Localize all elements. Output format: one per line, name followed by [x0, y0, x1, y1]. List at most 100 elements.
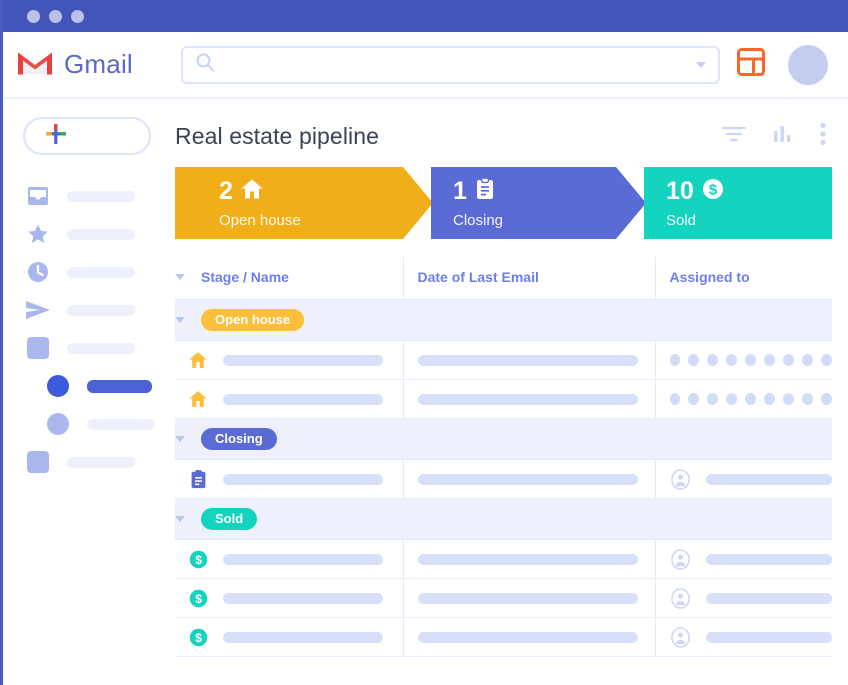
- stage-name: Sold: [666, 212, 697, 229]
- assignee-dots: [656, 354, 833, 366]
- gmail-brand-label: Gmail: [64, 49, 133, 79]
- group-header-sold[interactable]: Sold: [175, 498, 832, 540]
- row-name-placeholder: [223, 473, 383, 485]
- sidebar-item-label: [67, 456, 135, 468]
- clock-icon: [25, 259, 51, 285]
- stage-name: Open house: [219, 212, 301, 229]
- window-titlebar: [3, 0, 848, 32]
- sidebar-label-3[interactable]: [3, 443, 163, 481]
- sidebar-item-starred[interactable]: [3, 215, 163, 253]
- row-date-placeholder: [417, 354, 638, 366]
- chevron-down-icon[interactable]: [175, 435, 185, 442]
- funnel-stage-closing[interactable]: 1 Closing: [431, 167, 646, 239]
- sidebar-item-inbox[interactable]: [3, 177, 163, 215]
- more-vertical-icon[interactable]: [820, 122, 826, 151]
- square-icon: [25, 449, 51, 475]
- main-content: Real estate pipeline 2 Open house 1 Clos…: [163, 99, 848, 685]
- pipeline-header: Real estate pipeline: [175, 99, 832, 167]
- sidebar-item-drafts[interactable]: [3, 329, 163, 367]
- sidebar-item-label: [87, 418, 155, 430]
- circle-icon: [47, 413, 69, 435]
- dollar-circle-icon: $: [187, 548, 209, 570]
- sidebar-item-sent[interactable]: [3, 291, 163, 329]
- group-header-open-house[interactable]: Open house: [175, 299, 832, 341]
- row-assignee-placeholder: [705, 553, 832, 565]
- table-row[interactable]: $: [175, 617, 832, 657]
- table-row[interactable]: $: [175, 539, 832, 579]
- home-icon: [187, 388, 209, 410]
- gmail-logo-group[interactable]: Gmail: [17, 49, 167, 81]
- sidebar: [3, 99, 163, 685]
- stage-name: Closing: [453, 212, 504, 229]
- search-icon: [195, 52, 215, 77]
- table-header-row: Stage / Name Date of Last Email Assigned…: [175, 257, 832, 300]
- page-title: Real estate pipeline: [175, 122, 380, 149]
- assignee-dots: [656, 393, 833, 405]
- send-icon: [25, 297, 51, 323]
- sidebar-item-label: [67, 304, 135, 316]
- sidebar-item-label: [67, 342, 135, 354]
- row-date-placeholder: [417, 592, 638, 604]
- star-icon: [25, 221, 51, 247]
- row-date-placeholder: [417, 631, 638, 643]
- svg-text:$: $: [195, 552, 202, 566]
- column-header-date[interactable]: Date of Last Email: [402, 257, 655, 300]
- gmail-m-icon: [17, 49, 53, 81]
- column-header-assigned[interactable]: Assigned to: [654, 257, 832, 300]
- table-row[interactable]: $: [175, 578, 832, 618]
- column-label: Date of Last Email: [417, 269, 539, 285]
- sidebar-label-active[interactable]: [3, 367, 163, 405]
- table-row[interactable]: [175, 379, 833, 419]
- status-badge: Closing: [201, 427, 277, 451]
- search-input[interactable]: [181, 45, 720, 84]
- person-circle-icon: [670, 587, 692, 609]
- status-badge: Sold: [201, 507, 258, 531]
- sidebar-label-2[interactable]: [3, 405, 163, 443]
- column-header-stage-name[interactable]: Stage / Name: [175, 257, 403, 300]
- app-window: Gmail Real estate pipeline 2 Open house …: [0, 0, 848, 685]
- chevron-down-icon[interactable]: [175, 515, 185, 522]
- stage-count: 2: [219, 177, 233, 205]
- column-label: Assigned to: [669, 269, 750, 285]
- table-row[interactable]: [175, 340, 833, 380]
- row-name-placeholder: [223, 553, 383, 565]
- row-name-placeholder: [223, 592, 383, 604]
- funnel-stage-sold[interactable]: 10 $ Sold: [644, 167, 832, 239]
- row-date-placeholder: [417, 473, 638, 485]
- row-name-placeholder: [223, 631, 383, 643]
- column-label: Stage / Name: [201, 269, 289, 285]
- inbox-icon: [25, 183, 51, 209]
- bar-chart-icon[interactable]: [772, 124, 794, 149]
- svg-text:$: $: [195, 591, 202, 605]
- window-dot-close[interactable]: [27, 9, 40, 23]
- status-badge: Open house: [201, 308, 305, 332]
- window-dot-minimize[interactable]: [49, 9, 62, 23]
- dollar-circle-icon: $: [701, 177, 725, 206]
- svg-text:$: $: [709, 182, 718, 199]
- funnel-stage-open-house[interactable]: 2 Open house: [175, 167, 433, 239]
- circle-icon: [47, 375, 69, 397]
- window-dot-maximize[interactable]: [71, 9, 84, 23]
- clipboard-icon: [474, 177, 496, 206]
- sidebar-item-snoozed[interactable]: [3, 253, 163, 291]
- sidebar-item-label: [87, 379, 152, 393]
- filter-icon[interactable]: [721, 125, 747, 148]
- dashboard-layout-icon[interactable]: [736, 47, 766, 82]
- stage-count: 10: [666, 177, 694, 205]
- table-row[interactable]: [175, 459, 832, 499]
- group-header-closing[interactable]: Closing: [175, 418, 832, 460]
- row-date-placeholder: [417, 553, 638, 565]
- row-assignee-placeholder: [705, 592, 832, 604]
- home-icon: [240, 177, 264, 206]
- avatar[interactable]: [788, 44, 828, 85]
- chevron-down-icon[interactable]: [696, 61, 706, 68]
- home-icon: [187, 349, 209, 371]
- person-circle-icon: [670, 468, 692, 490]
- compose-button[interactable]: [23, 117, 151, 155]
- pipeline-table: Stage / Name Date of Last Email Assigned…: [175, 257, 832, 657]
- row-assignee-placeholder: [705, 631, 832, 643]
- chevron-down-icon[interactable]: [175, 316, 185, 323]
- square-icon: [25, 335, 51, 361]
- chevron-down-icon[interactable]: [175, 274, 185, 280]
- row-date-placeholder: [417, 393, 638, 405]
